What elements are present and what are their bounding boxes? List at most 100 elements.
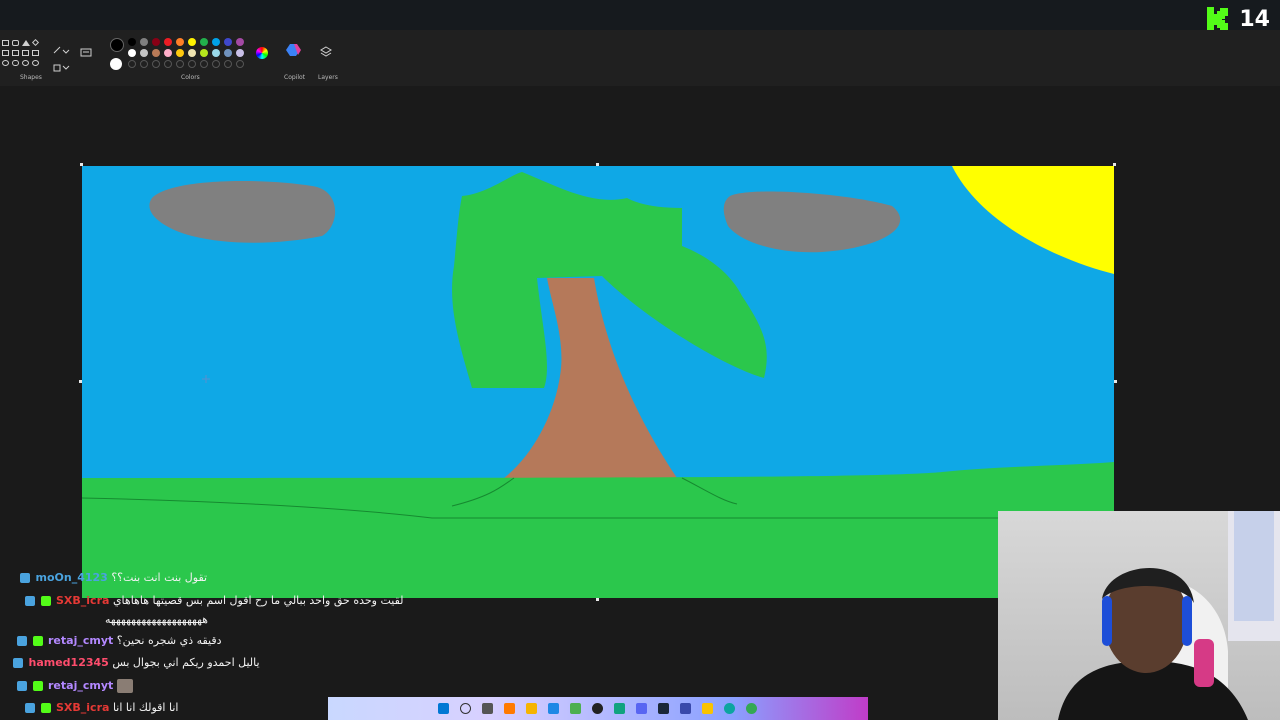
color-swatch[interactable] [224, 38, 232, 46]
grass [82, 462, 1114, 598]
chat-username[interactable]: hamed12345 [29, 656, 109, 669]
color-swatch[interactable] [236, 60, 244, 68]
color-swatch[interactable] [212, 49, 220, 57]
chat-badge-icon [40, 596, 51, 606]
color-swatch[interactable] [140, 60, 148, 68]
color-swatch[interactable] [176, 49, 184, 57]
color-swatch[interactable] [164, 49, 172, 57]
color-swatch[interactable] [152, 38, 160, 46]
color-swatch[interactable] [140, 49, 148, 57]
color-swatch[interactable] [224, 49, 232, 57]
chat-badge-icon [32, 681, 43, 691]
color-swatch[interactable] [224, 60, 232, 68]
copilot-button[interactable] [285, 42, 303, 58]
start-icon[interactable] [438, 703, 449, 714]
chat-username[interactable]: SXB_icra [56, 594, 109, 607]
color-swatch[interactable] [188, 60, 196, 68]
drawing-canvas[interactable] [82, 166, 1114, 598]
app-icon[interactable] [570, 703, 581, 714]
chat-badge-icon [25, 596, 35, 606]
speech-bubble-shape-icon[interactable] [12, 60, 19, 66]
layers-icon [320, 46, 332, 57]
task-view-icon[interactable] [482, 703, 493, 714]
chrome-icon[interactable] [746, 703, 757, 714]
chat-message: retaj_cmyt دقيقه ذي شجره نحين؟ [17, 634, 222, 647]
webcam-feed [998, 511, 1280, 720]
emote-icon [116, 679, 133, 693]
hexagon-shape-icon[interactable] [32, 50, 39, 56]
app-icon[interactable] [526, 703, 537, 714]
secondary-color[interactable] [110, 58, 122, 70]
color-swatch[interactable] [200, 60, 208, 68]
chat-username[interactable]: retaj_cmyt [48, 634, 113, 647]
app-icon[interactable] [614, 703, 625, 714]
app-icon[interactable] [504, 703, 515, 714]
outline-pen-icon [53, 46, 70, 54]
pentagon-shape-icon[interactable] [2, 50, 9, 56]
search-icon[interactable] [460, 703, 471, 714]
rectangle-shape-icon[interactable] [2, 40, 9, 46]
discord-icon[interactable] [636, 703, 647, 714]
fill-tool[interactable] [53, 58, 71, 72]
color-swatch[interactable] [164, 60, 172, 68]
shapes-label: Shapes [20, 74, 42, 81]
fill-bucket-icon [53, 64, 70, 72]
canvas-resize-handle[interactable] [596, 598, 599, 601]
chat-message: hamed12345 ياليل احمدو ريكم اني بجوال بس [13, 656, 260, 669]
chat-message: retaj_cmyt [17, 679, 135, 693]
chat-badge-icon [25, 703, 35, 713]
canvas-resize-handle[interactable] [1114, 380, 1117, 383]
color-swatch[interactable] [188, 49, 196, 57]
color-swatch[interactable] [212, 38, 220, 46]
paint-ribbon: Shapes Colors Copilot Layers [0, 30, 1280, 86]
chat-badge-icon [17, 636, 27, 646]
heart-shape-icon[interactable] [32, 60, 39, 66]
windows-taskbar [328, 697, 868, 720]
color-swatch[interactable] [128, 49, 136, 57]
color-swatch[interactable] [164, 38, 172, 46]
color-swatch[interactable] [236, 38, 244, 46]
github-icon[interactable] [592, 703, 603, 714]
chat-badge-icon [17, 681, 27, 691]
color-swatch[interactable] [140, 38, 148, 46]
chat-text: تقول بنت انت بنت؟؟ [111, 571, 208, 584]
copilot-icon [286, 44, 301, 56]
file-explorer-icon[interactable] [702, 703, 713, 714]
steam-icon[interactable] [658, 703, 669, 714]
chat-badge-icon [13, 658, 23, 668]
chat-username[interactable]: SXB_icra [56, 701, 109, 714]
chat-text: ياليل احمدو ريكم اني بجوال بس [112, 656, 260, 669]
color-swatch[interactable] [188, 38, 196, 46]
color-swatch[interactable] [128, 38, 136, 46]
color-swatch[interactable] [212, 60, 220, 68]
rounded-rectangle-shape-icon[interactable] [12, 40, 19, 46]
arrow-left-shape-icon[interactable] [22, 50, 29, 56]
color-swatch[interactable] [152, 49, 160, 57]
chat-username[interactable]: moOn_4123 [36, 571, 108, 584]
shapes-group[interactable] [0, 38, 44, 70]
color-swatch[interactable] [176, 38, 184, 46]
app-icon[interactable] [680, 703, 691, 714]
vscode-icon[interactable] [548, 703, 559, 714]
brush-size-tool[interactable] [80, 44, 92, 57]
arrow-right-shape-icon[interactable] [12, 50, 19, 56]
star-shape-icon[interactable] [2, 60, 9, 66]
viewer-count: 14 [1239, 6, 1270, 32]
edge-icon[interactable] [724, 703, 735, 714]
color-swatch[interactable] [236, 49, 244, 57]
color-swatch[interactable] [200, 38, 208, 46]
chat-username[interactable]: retaj_cmyt [48, 679, 113, 692]
color-swatch[interactable] [128, 60, 136, 68]
layers-button[interactable] [319, 44, 333, 58]
color-swatch[interactable] [200, 49, 208, 57]
diamond-shape-icon[interactable] [31, 38, 40, 47]
chat-badge-icon [32, 636, 43, 646]
cloud-shape-icon[interactable] [22, 60, 29, 66]
outline-tool[interactable] [53, 40, 71, 54]
color-swatch[interactable] [152, 60, 160, 68]
chat-message: SXB_icra لقيت وحده حق واحد ببالي ما رح ا… [25, 594, 404, 607]
edit-colors-button[interactable] [256, 47, 268, 59]
color-swatch[interactable] [176, 60, 184, 68]
primary-color[interactable] [110, 38, 124, 52]
triangle-shape-icon[interactable] [22, 40, 30, 46]
